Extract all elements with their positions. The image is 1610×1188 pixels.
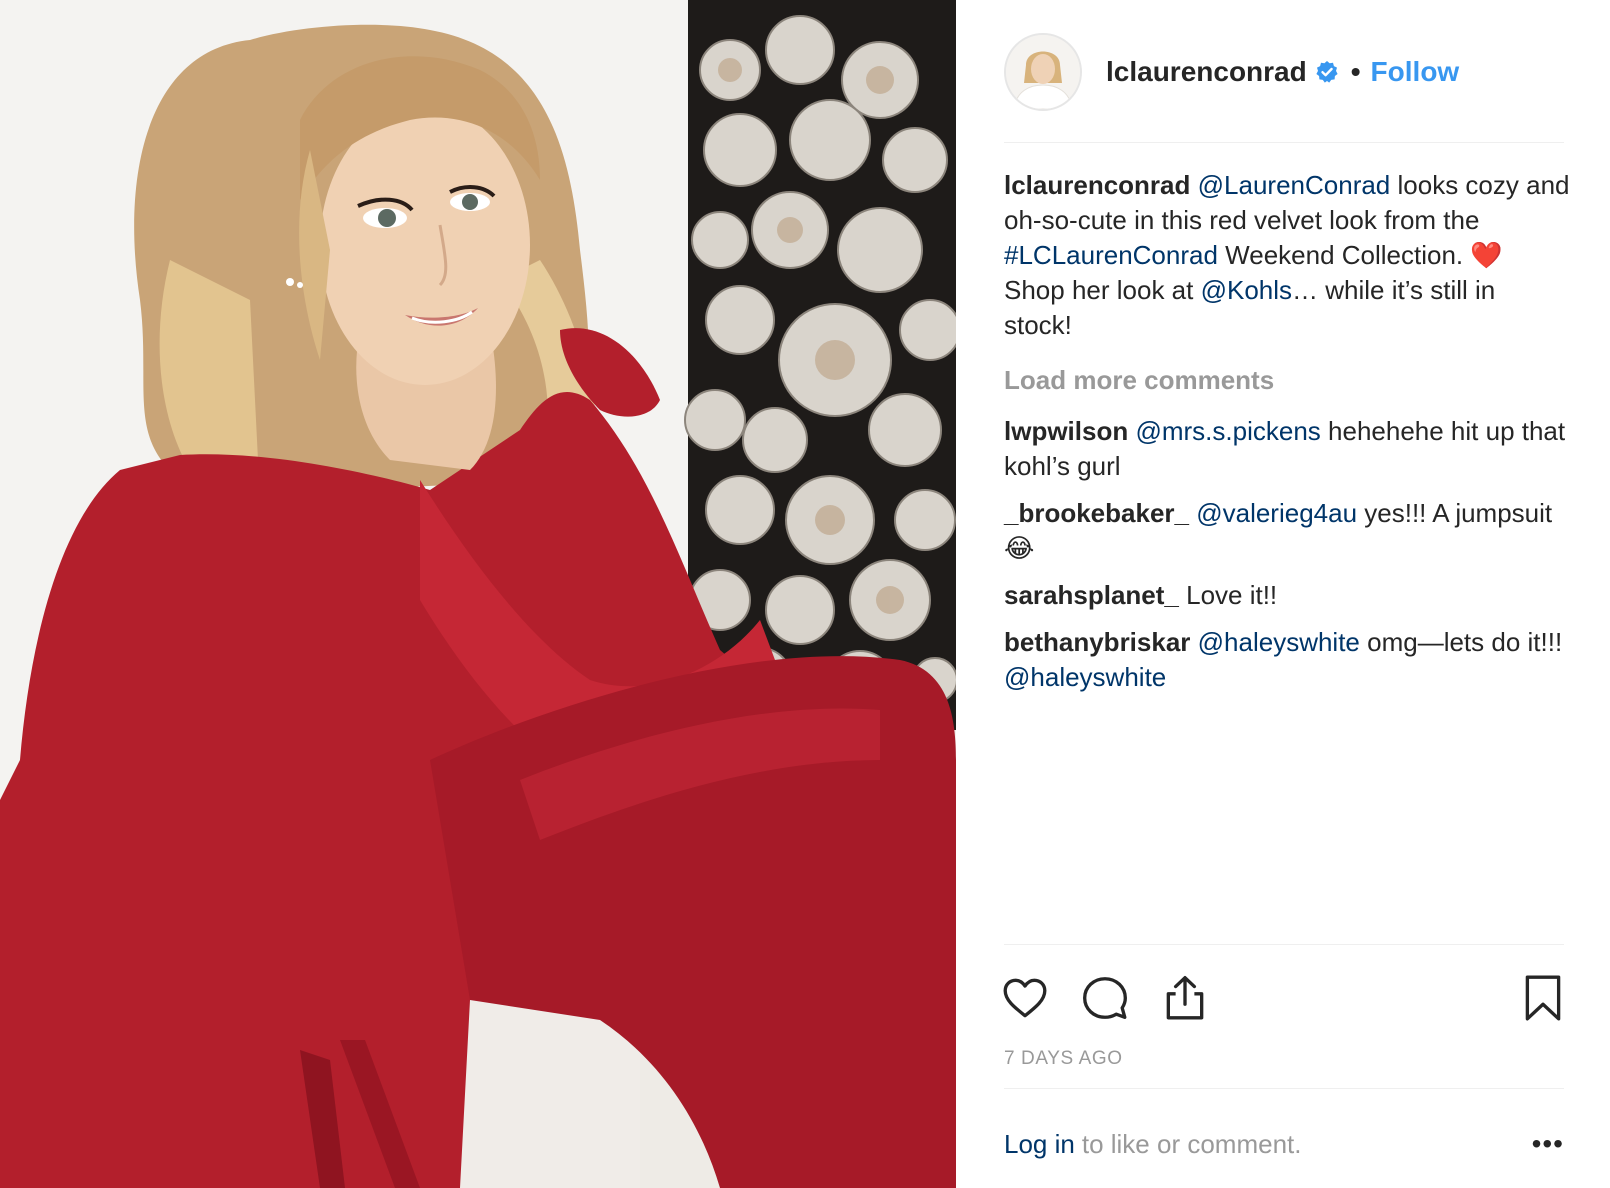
caption-mention-laurenconrad[interactable]: @LaurenConrad: [1198, 170, 1391, 200]
verified-badge-icon: [1316, 61, 1338, 83]
comment-text: Love it!!: [1186, 580, 1278, 610]
avatar-image: [1006, 35, 1080, 109]
share-icon[interactable]: [1160, 973, 1210, 1023]
actions-divider: [1004, 944, 1564, 945]
avatar[interactable]: [1004, 33, 1082, 111]
load-more-comments-button[interactable]: Load more comments: [1004, 363, 1570, 398]
more-options-icon[interactable]: •••: [1532, 1128, 1564, 1160]
comment-mention[interactable]: @mrs.s.pickens: [1135, 416, 1320, 446]
photo-illustration: [0, 0, 956, 1188]
login-prompt-text: to like or comment.: [1081, 1128, 1302, 1159]
caption: lclaurenconrad @LaurenConrad looks cozy …: [1004, 168, 1570, 343]
caption-username[interactable]: lclaurenconrad: [1004, 170, 1190, 200]
comment-username[interactable]: _brookebaker_: [1004, 498, 1189, 528]
comment-item: sarahsplanet_ Love it!!: [1004, 578, 1570, 613]
login-prompt: Log in to like or comment. •••: [1004, 1128, 1564, 1160]
comment-item: bethanybriskar @haleyswhite omg—lets do …: [1004, 625, 1570, 695]
action-bar: [1000, 970, 1568, 1026]
caption-hashtag[interactable]: #LCLaurenConrad: [1004, 240, 1218, 270]
post-side-panel: lclaurenconrad • Follow lclaurenconrad @…: [956, 0, 1610, 1188]
heart-emoji: ❤️: [1470, 240, 1503, 270]
comment-bubble-icon[interactable]: [1080, 973, 1130, 1023]
comment-mention[interactable]: @haleyswhite: [1198, 627, 1360, 657]
caption-mention-kohls[interactable]: @Kohls: [1201, 275, 1292, 305]
caption-text: Shop her look at: [1004, 275, 1201, 305]
comment-username[interactable]: lwpwilson: [1004, 416, 1128, 446]
header-separator: •: [1350, 56, 1361, 87]
heart-icon[interactable]: [1000, 973, 1050, 1023]
comment-text: omg—lets do it!!!: [1359, 627, 1563, 657]
post-timestamp[interactable]: 7 DAYS AGO: [1004, 1048, 1123, 1070]
bookmark-icon[interactable]: [1518, 973, 1568, 1023]
comment-mention[interactable]: @valerieg4au: [1196, 498, 1357, 528]
login-link[interactable]: Log in: [1004, 1129, 1075, 1160]
follow-button[interactable]: Follow: [1371, 56, 1460, 88]
comment-mention[interactable]: @haleyswhite: [1004, 662, 1166, 692]
comment-username[interactable]: sarahsplanet_: [1004, 580, 1179, 610]
post-header: lclaurenconrad • Follow: [1004, 30, 1564, 114]
footer-divider: [1004, 1088, 1564, 1089]
post-photo[interactable]: [0, 0, 956, 1188]
header-divider: [1004, 142, 1564, 143]
comment-item: _brookebaker_ @valerieg4au yes!!! A jump…: [1004, 496, 1570, 566]
comment-username[interactable]: bethanybriskar: [1004, 627, 1190, 657]
comments-section: lclaurenconrad @LaurenConrad looks cozy …: [1004, 168, 1570, 707]
caption-text: Weekend Collection.: [1217, 240, 1471, 270]
comment-item: lwpwilson @mrs.s.pickens hehehehe hit up…: [1004, 414, 1570, 484]
header-username[interactable]: lclaurenconrad: [1106, 56, 1307, 88]
instagram-post: lclaurenconrad • Follow lclaurenconrad @…: [0, 0, 1610, 1188]
